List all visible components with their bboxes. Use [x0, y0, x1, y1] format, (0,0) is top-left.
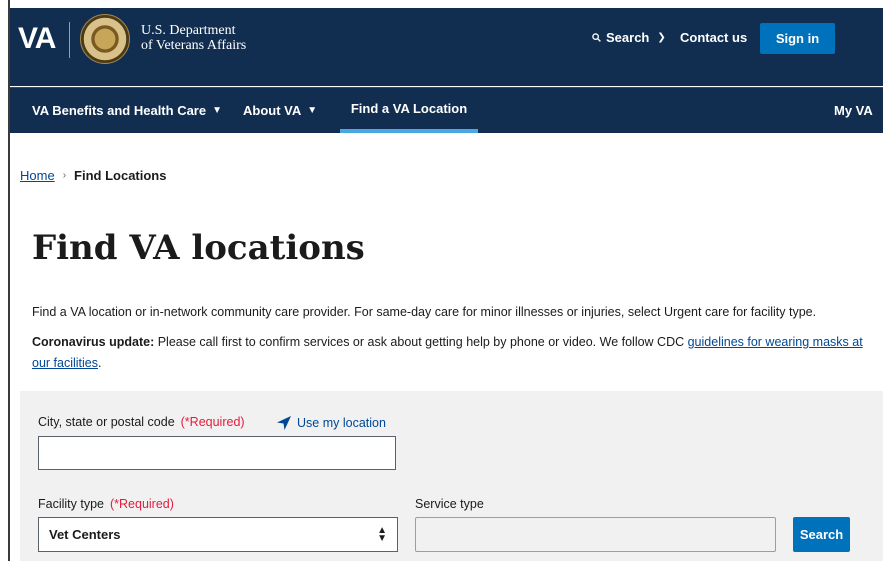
location-input[interactable] — [38, 436, 396, 470]
chevron-down-icon: ▼ — [212, 105, 223, 116]
agency-line-2: of Veterans Affairs — [141, 38, 247, 53]
breadcrumb: Home › Find Locations — [20, 168, 166, 183]
facility-type-select[interactable]: Vet Centers ▲ ▼ — [38, 517, 398, 552]
chevron-down-icon: ▼ — [307, 105, 318, 116]
coronavirus-end: . — [98, 356, 102, 370]
service-type-label-text: Service type — [415, 497, 484, 511]
required-marker: (*Required) — [180, 415, 245, 429]
service-type-input[interactable] — [415, 517, 776, 552]
logo-divider — [69, 22, 70, 58]
facility-type-label-text: Facility type — [38, 497, 104, 511]
facility-type-value: Vet Centers — [49, 527, 121, 542]
select-arrows-icon: ▲ ▼ — [377, 524, 387, 544]
nav-item-find-location[interactable]: Find a VA Location — [340, 88, 478, 133]
page-title: Find VA locations — [32, 228, 365, 268]
use-my-location-label: Use my location — [297, 416, 386, 430]
left-border — [8, 0, 10, 561]
main-nav: VA Benefits and Health Care ▼ About VA ▼… — [10, 87, 883, 133]
chevron-right-icon: › — [62, 170, 67, 181]
intro-text: Find a VA location or in-network communi… — [32, 305, 817, 319]
facility-type-label: Facility type (*Required) — [38, 497, 174, 511]
nav-item-label: Find a VA Location — [350, 101, 468, 116]
agency-line-1: U.S. Department — [141, 23, 236, 38]
search-button[interactable]: Search — [793, 517, 850, 552]
location-label: City, state or postal code (*Required) — [38, 415, 245, 429]
va-seal-icon[interactable] — [80, 14, 130, 64]
coronavirus-notice: Coronavirus update: Please call first to… — [32, 332, 872, 374]
location-label-text: City, state or postal code — [38, 415, 175, 429]
coronavirus-text: Please call first to confirm services or… — [154, 335, 688, 349]
coronavirus-label: Coronavirus update: — [32, 335, 155, 349]
breadcrumb-current: Find Locations — [74, 168, 167, 183]
nav-item-about-va[interactable]: About VA ▼ — [243, 88, 317, 133]
contact-us-link[interactable]: Contact us — [680, 30, 747, 45]
sign-in-button[interactable]: Sign in — [760, 23, 835, 54]
nav-item-label: About VA — [243, 103, 302, 118]
chevron-down-icon: ❯ — [657, 32, 666, 43]
use-my-location-button[interactable]: Use my location — [276, 415, 386, 431]
header-search-label: Search — [606, 30, 650, 45]
agency-name[interactable]: U.S. Department of Veterans Affairs — [141, 23, 246, 53]
location-arrow-icon — [277, 416, 291, 430]
required-marker: (*Required) — [110, 497, 174, 511]
contact-us-label: Contact us — [680, 30, 748, 45]
search-icon — [592, 33, 601, 42]
nav-item-my-va[interactable]: My VA — [834, 88, 873, 133]
va-logo[interactable]: VA — [18, 22, 56, 56]
nav-item-label: My VA — [834, 103, 873, 118]
breadcrumb-home-link[interactable]: Home — [20, 168, 55, 183]
service-type-label: Service type — [415, 497, 484, 511]
header-search-button[interactable]: Search ❯ — [592, 30, 666, 45]
nav-item-label: VA Benefits and Health Care — [32, 103, 207, 118]
nav-item-benefits[interactable]: VA Benefits and Health Care ▼ — [32, 88, 222, 133]
